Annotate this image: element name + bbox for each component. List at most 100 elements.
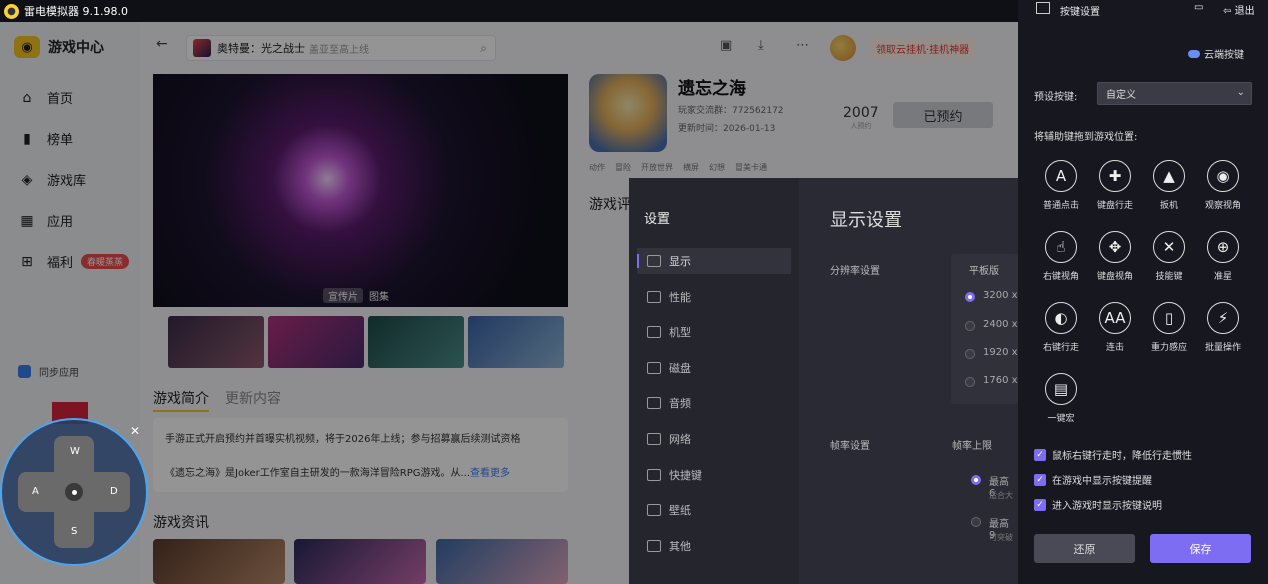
key-tool-3[interactable]: ◉ 观察视角 (1194, 160, 1252, 211)
fps-label: 帧率设置 (830, 441, 870, 452)
settings-item-other[interactable]: 其他 (637, 533, 791, 559)
disk-icon (647, 362, 661, 374)
settings-dialog: 设置 显示 性能 机型 磁盘 音频 网络 快捷键 壁纸 其他 显示设置 分辨率设… (629, 178, 1018, 584)
key-tool-1[interactable]: ✚ 键盘行走 (1086, 160, 1144, 211)
key-tool-7[interactable]: ⊕ 准星 (1194, 231, 1252, 282)
key-tool-label: 扳机 (1159, 201, 1178, 211)
settings-item-label: 壁纸 (669, 504, 691, 517)
preset-value: 自定义 (1106, 90, 1136, 101)
keyboard-icon (647, 469, 661, 481)
fps-radio[interactable] (971, 475, 981, 485)
settings-item-label: 机型 (669, 326, 691, 339)
app-logo-icon: ● (4, 3, 19, 19)
settings-item-label: 音频 (669, 397, 691, 410)
resolution-radio[interactable] (965, 377, 975, 387)
mouse-icon: ◐ (1045, 302, 1077, 334)
resolution-radio[interactable] (965, 292, 975, 302)
key-tool-label: 右键行走 (1042, 343, 1079, 353)
check-icon: ✓ (1034, 498, 1046, 511)
wasd-dpad-widget[interactable]: W A D S ✕ (0, 418, 148, 566)
resolution-option: 2400 x (983, 319, 1018, 330)
right-view-icon: ☝ (1045, 231, 1077, 263)
eye-icon: ◉ (1207, 160, 1239, 192)
resolution-option: 3200 x (983, 290, 1018, 301)
key-tool-4[interactable]: ☝ 右键视角 (1032, 231, 1090, 282)
settings-item-label: 磁盘 (669, 362, 691, 375)
grid-icon (647, 540, 661, 552)
settings-title: 显示设置 (830, 210, 902, 231)
palette-icon (647, 504, 661, 516)
combo-icon: AA (1099, 302, 1131, 334)
tap-a-icon: A (1045, 160, 1077, 192)
key-tool-8[interactable]: ◐ 右键行走 (1032, 302, 1090, 353)
key-tool-label: 右键视角 (1042, 272, 1079, 282)
settings-nav: 设置 显示 性能 机型 磁盘 音频 网络 快捷键 壁纸 其他 (629, 178, 799, 584)
preset-select[interactable]: 自定义 ⌄ (1097, 82, 1252, 105)
key-tool-2[interactable]: ▲ 扳机 (1140, 160, 1198, 211)
settings-header: 设置 (644, 212, 671, 227)
settings-item-display[interactable]: 显示 (637, 248, 791, 274)
key-tool-label: 技能键 (1155, 272, 1183, 282)
window-title: 雷电模拟器 9.1.98.0 (24, 5, 128, 18)
key-tool-11[interactable]: ⚡ 批量操作 (1194, 302, 1252, 353)
settings-item-shortcuts[interactable]: 快捷键 (637, 462, 791, 488)
folder-icon[interactable]: ▭ (1194, 2, 1203, 13)
key-tool-label: 观察视角 (1204, 201, 1241, 211)
save-button[interactable]: 保存 (1150, 534, 1251, 563)
title-bar: ● 雷电模拟器 9.1.98.0 (0, 0, 1018, 22)
fps-radio[interactable] (971, 517, 981, 527)
key-tool-9[interactable]: AA 连击 (1086, 302, 1144, 353)
key-up[interactable]: W (70, 446, 80, 457)
tablet-label: 平板版 (969, 266, 999, 277)
keyboard-view-icon: ✥ (1099, 231, 1131, 263)
dpad-center[interactable] (65, 483, 83, 501)
key-left[interactable]: A (32, 486, 39, 497)
drag-hint: 将辅助键拖到游戏位置: (1034, 132, 1138, 143)
checkbox-show-reminders[interactable]: ✓ 在游戏中显示按键提醒 (1034, 472, 1152, 487)
monitor-icon (647, 255, 661, 267)
key-tool-10[interactable]: ▯ 重力感应 (1140, 302, 1198, 353)
checkbox-reduce-inertia[interactable]: ✓ 鼠标右键行走时，降低行走惯性 (1034, 447, 1192, 462)
checkbox-label: 鼠标右键行走时，降低行走惯性 (1052, 451, 1192, 462)
fps-max-label: 帧率上限 (952, 441, 992, 452)
cloud-keys-button[interactable]: 云端按键 (1188, 46, 1244, 61)
checkbox-show-instructions[interactable]: ✓ 进入游戏时显示按键说明 (1034, 497, 1162, 512)
globe-icon (647, 433, 661, 445)
dpad-icon: ✚ (1099, 160, 1131, 192)
skill-icon: ✕ (1153, 231, 1185, 263)
settings-item-performance[interactable]: 性能 (637, 284, 791, 310)
crosshair-icon: ⊕ (1207, 231, 1239, 263)
device-icon (647, 326, 661, 338)
key-tool-12[interactable]: ▤ 一键宏 (1032, 373, 1090, 424)
preset-label: 预设按键: (1034, 92, 1078, 103)
audio-icon (647, 397, 661, 409)
settings-item-label: 显示 (669, 255, 691, 268)
key-tool-0[interactable]: A 普通点击 (1032, 160, 1090, 211)
batch-icon: ⚡ (1207, 302, 1239, 334)
resolution-radio[interactable] (965, 321, 975, 331)
settings-item-wallpaper[interactable]: 壁纸 (637, 497, 791, 523)
settings-item-network[interactable]: 网络 (637, 426, 791, 452)
settings-item-audio[interactable]: 音频 (637, 390, 791, 416)
key-panel-title: 按键设置 (1060, 7, 1100, 18)
settings-item-disk[interactable]: 磁盘 (637, 355, 791, 381)
resolution-radio[interactable] (965, 349, 975, 359)
restore-button[interactable]: 还原 (1034, 534, 1135, 563)
exit-icon: ⇦ (1223, 6, 1232, 17)
keyboard-icon (1036, 2, 1050, 14)
chevron-down-icon: ⌄ (1236, 87, 1245, 98)
key-tool-5[interactable]: ✥ 键盘视角 (1086, 231, 1144, 282)
key-tool-6[interactable]: ✕ 技能键 (1140, 231, 1198, 282)
fps-option-desc: 可突破 (989, 533, 1013, 542)
exit-button[interactable]: ⇦ 退出 (1223, 2, 1255, 17)
dpad-cross: W A D S (18, 436, 130, 548)
performance-icon (647, 291, 661, 303)
resolution-option: 1920 x (983, 347, 1018, 358)
settings-item-model[interactable]: 机型 (637, 319, 791, 345)
key-right[interactable]: D (110, 486, 118, 497)
check-icon: ✓ (1034, 448, 1046, 461)
key-tool-label: 批量操作 (1204, 343, 1241, 353)
close-icon[interactable]: ✕ (130, 424, 140, 438)
settings-content: 显示设置 分辨率设置 平板版 3200 x 2400 x 1920 x 1760… (799, 178, 1018, 584)
key-down[interactable]: S (71, 526, 77, 537)
